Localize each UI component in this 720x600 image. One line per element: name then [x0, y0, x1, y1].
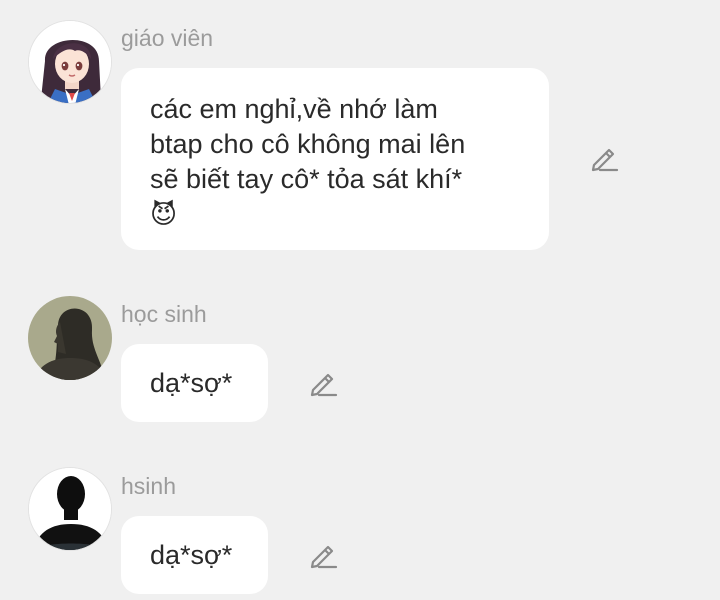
- message-bubble[interactable]: các em nghỉ,về nhớ làm btap cho cô không…: [121, 68, 549, 250]
- sender-name: học sinh: [121, 301, 207, 327]
- message-text-line: các em nghỉ,về nhớ làm: [150, 94, 438, 124]
- sender-name: hsinh: [121, 473, 176, 499]
- pencil-edit-icon[interactable]: [588, 142, 620, 174]
- sender-name: giáo viên: [121, 25, 214, 51]
- message-text-line: dạ*sợ*: [150, 368, 233, 398]
- message-text-line: sẽ biết tay cô* tỏa sát khí*: [150, 164, 463, 194]
- message-text-line: btap cho cô không mai lên: [150, 129, 466, 159]
- chat-screen: giáo viên các em nghỉ,về nhớ làm btap ch…: [0, 0, 720, 600]
- silhouette-man-avatar-icon[interactable]: [28, 467, 112, 551]
- pencil-edit-icon[interactable]: [307, 367, 339, 399]
- message-bubble[interactable]: dạ*sợ*: [121, 516, 268, 594]
- message-text-line: dạ*sợ*: [150, 540, 233, 570]
- message-bubble[interactable]: dạ*sợ*: [121, 344, 268, 422]
- silhouette-woman-avatar-icon[interactable]: [28, 296, 112, 380]
- smiling-devil-emoji: 😈: [150, 199, 178, 229]
- anime-girl-avatar-icon[interactable]: [28, 20, 112, 104]
- pencil-edit-icon[interactable]: [307, 539, 339, 571]
